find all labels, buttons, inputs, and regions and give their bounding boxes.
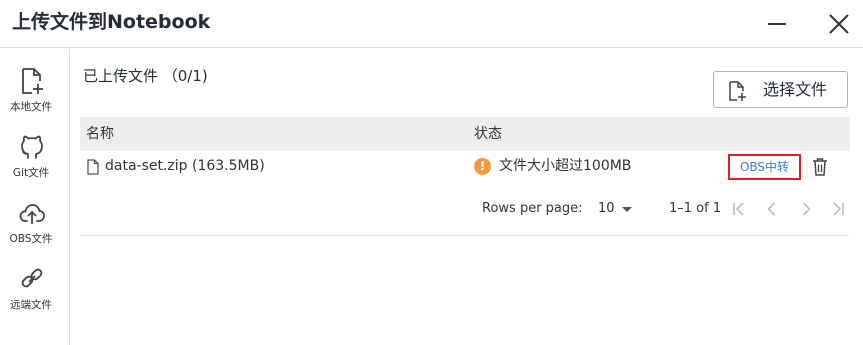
- file-add-icon: [729, 81, 746, 101]
- column-header-status: 状态: [474, 126, 502, 142]
- last-page-icon: [833, 202, 844, 216]
- column-header-name: 名称: [86, 126, 114, 142]
- dialog-title: 上传文件到Notebook: [12, 11, 211, 33]
- select-file-button[interactable]: 选择文件: [713, 71, 848, 108]
- sidebar-item-label: 本地文件: [10, 101, 52, 113]
- delete-button[interactable]: [809, 156, 831, 178]
- minimize-icon: [768, 23, 786, 25]
- rows-per-page-label: Rows per page:: [482, 201, 583, 216]
- cloud-upload-icon: [19, 204, 45, 224]
- upload-dialog: 上传文件到Notebook 本地文件 Git文件 OBS文件 远端文件 已上传文…: [0, 0, 863, 345]
- last-page-button[interactable]: [828, 199, 848, 219]
- file-status: 文件大小超过100MB: [499, 158, 632, 174]
- rows-per-page-select[interactable]: 10: [596, 196, 638, 222]
- select-file-label: 选择文件: [763, 80, 828, 99]
- prev-page-button[interactable]: [762, 199, 782, 219]
- table-row: data-set.zip (163.5MB) ! 文件大小超过100MB OBS…: [80, 151, 850, 183]
- rows-per-page-value: 10: [598, 201, 615, 216]
- sidebar-item-label: Git文件: [12, 167, 50, 179]
- chevron-right-icon: [802, 202, 811, 216]
- pagination: Rows per page: 10 1–1 of 1: [71, 194, 863, 224]
- sidebar-item-local-file[interactable]: 本地文件: [0, 55, 70, 115]
- table-header: 名称 状态: [80, 117, 850, 151]
- close-button[interactable]: [823, 8, 855, 40]
- sidebar-item-label: OBS文件: [9, 233, 53, 245]
- sidebar-item-remote-file[interactable]: 远端文件: [0, 253, 70, 313]
- next-page-button[interactable]: [796, 199, 816, 219]
- file-name: data-set.zip (163.5MB): [105, 158, 265, 174]
- obs-transfer-link[interactable]: OBS中转: [728, 154, 801, 180]
- pagination-range: 1–1 of 1: [669, 201, 722, 216]
- sidebar-item-git-file[interactable]: Git文件: [0, 121, 70, 181]
- close-icon: [829, 14, 849, 34]
- github-icon: [21, 135, 43, 159]
- caret-down-icon: [622, 207, 632, 212]
- sidebar-item-obs-file[interactable]: OBS文件: [0, 187, 70, 247]
- link-icon: [21, 268, 43, 288]
- trash-icon: [813, 158, 827, 176]
- file-icon: [87, 159, 99, 175]
- source-sidebar: 本地文件 Git文件 OBS文件 远端文件: [0, 49, 70, 345]
- table-divider: [80, 235, 850, 236]
- first-page-button[interactable]: [729, 199, 749, 219]
- chevron-left-icon: [767, 202, 776, 216]
- dialog-header: 上传文件到Notebook: [0, 0, 863, 48]
- minimize-button[interactable]: [760, 8, 792, 40]
- uploaded-count-label: 已上传文件 （0/1): [83, 67, 208, 85]
- main-panel: 已上传文件 （0/1) 选择文件 名称 状态 data-set.zip (163…: [71, 49, 863, 345]
- sidebar-item-label: 远端文件: [10, 299, 52, 311]
- warning-icon: !: [474, 158, 491, 175]
- local-file-add-icon: [22, 68, 43, 94]
- first-page-icon: [733, 202, 744, 216]
